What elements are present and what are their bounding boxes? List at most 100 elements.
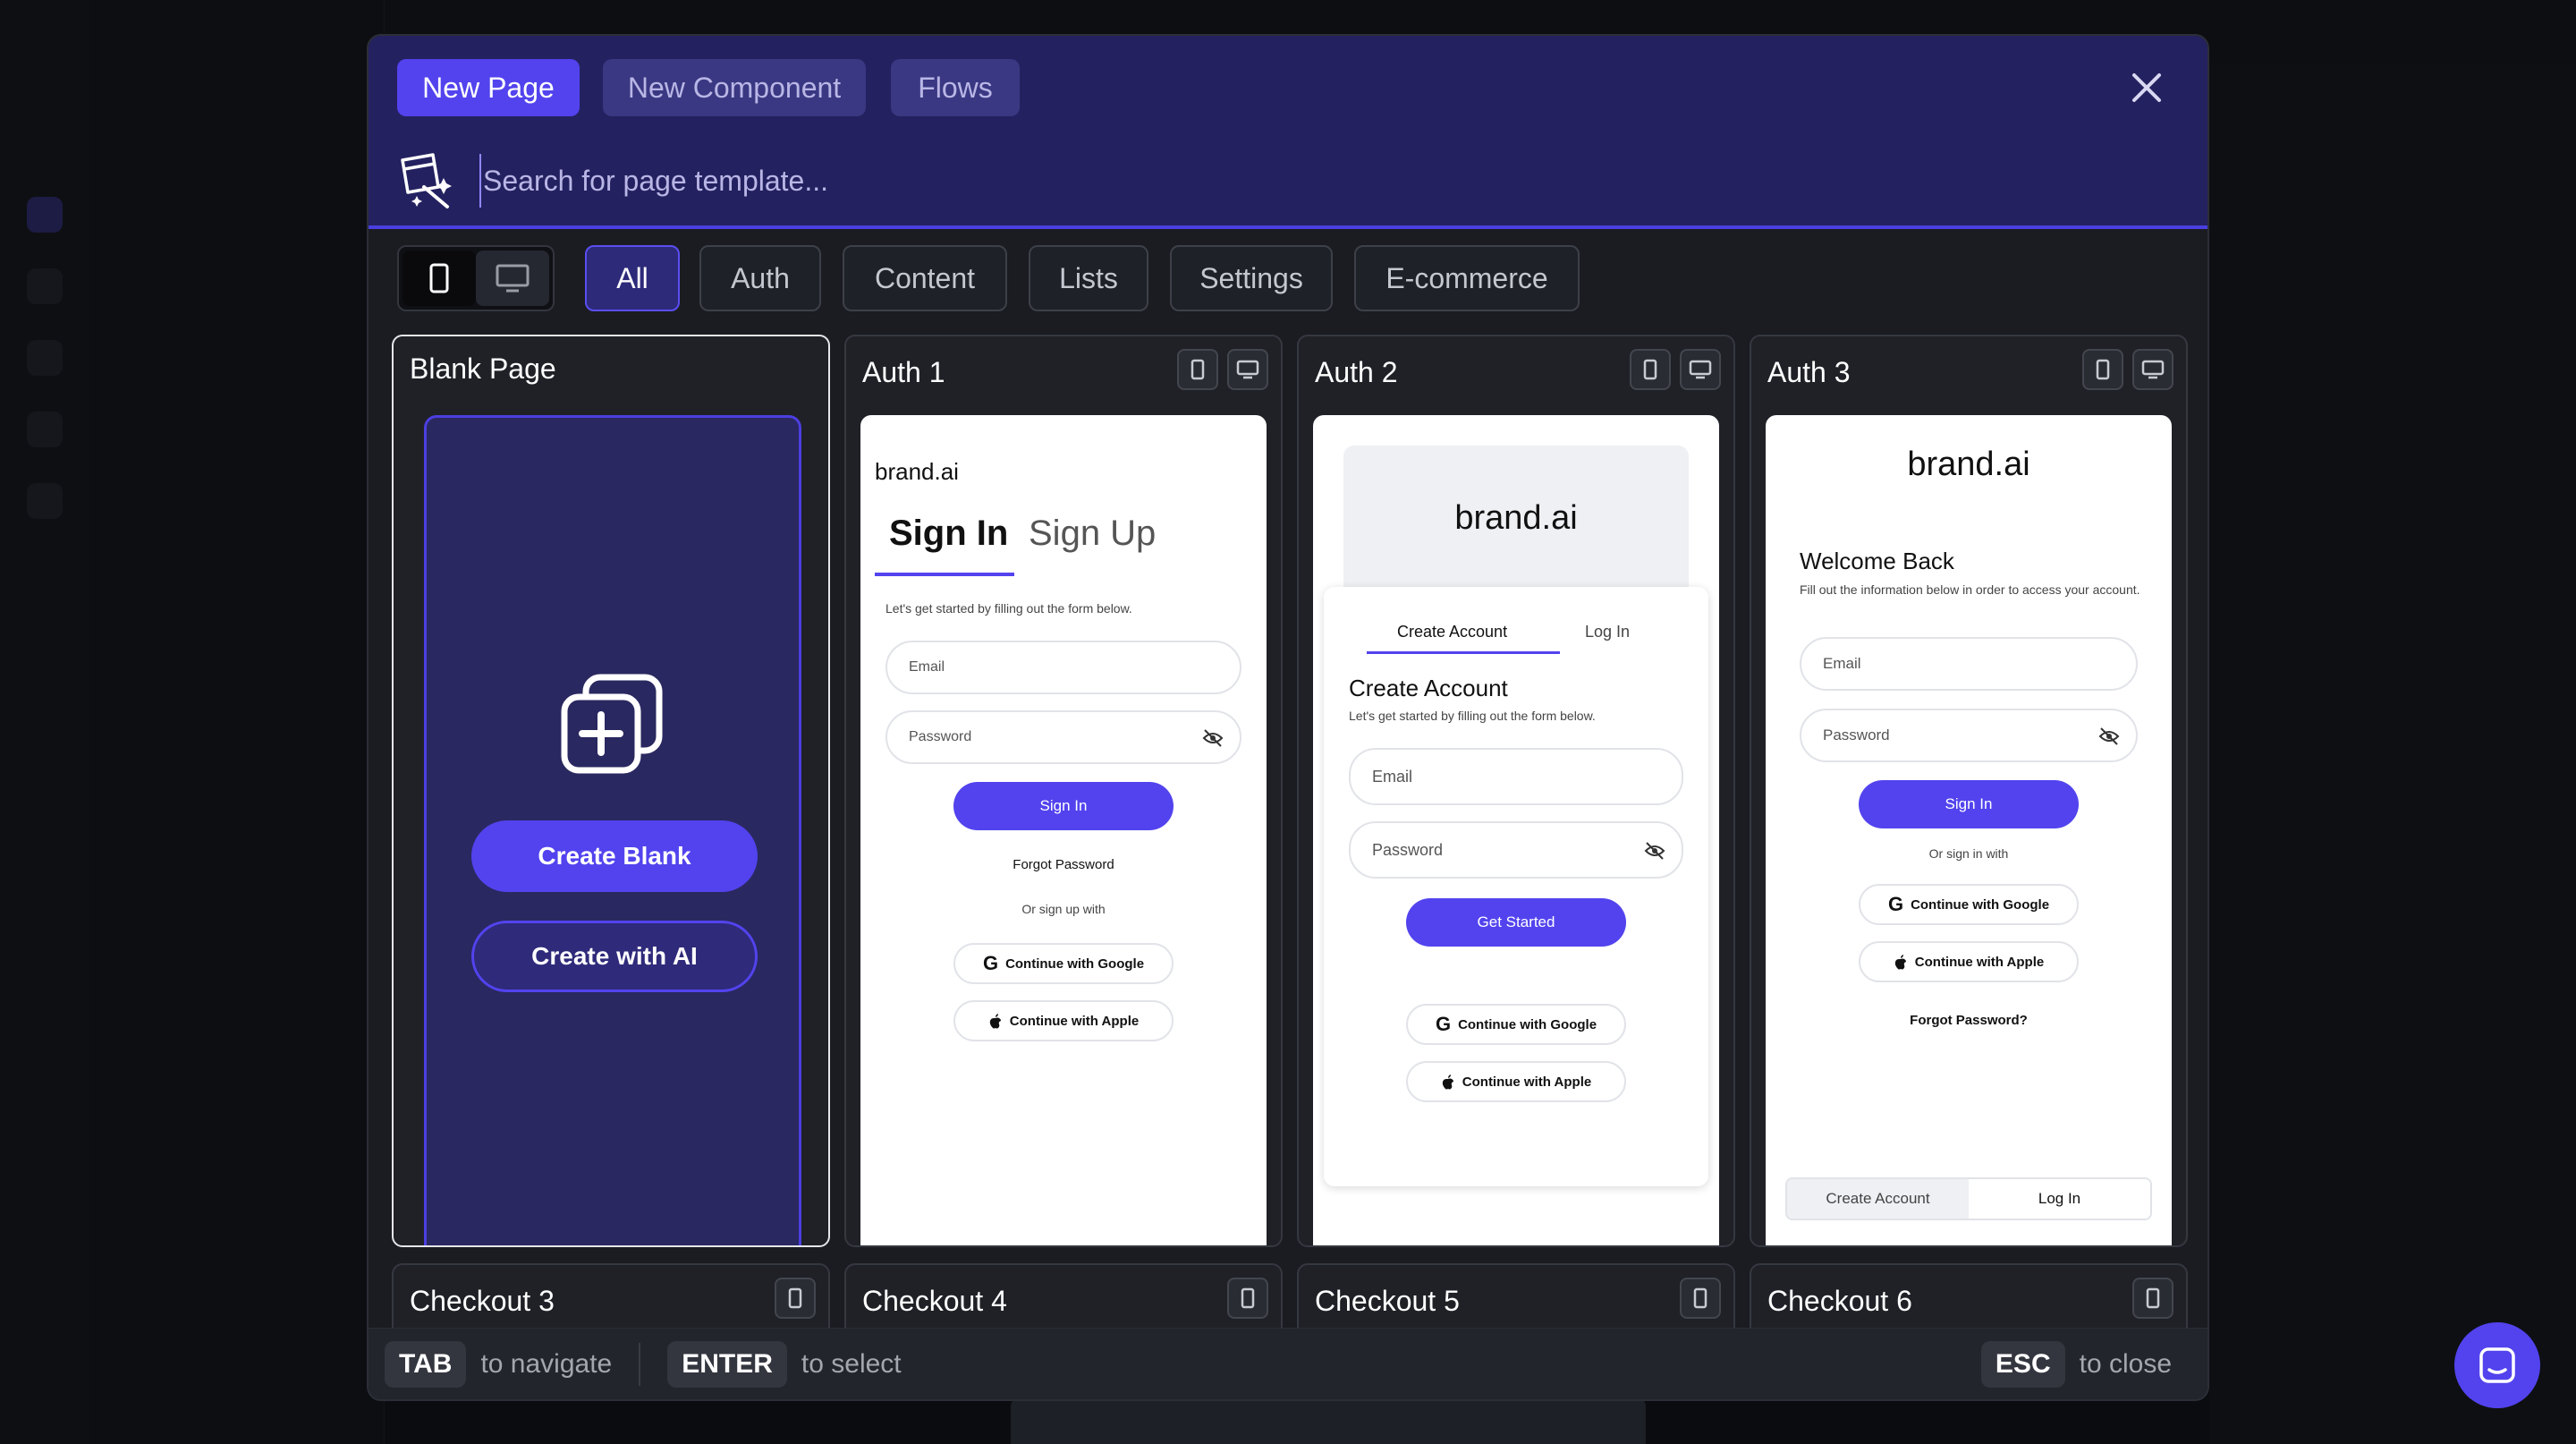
filter-lists[interactable]: Lists — [1029, 245, 1148, 311]
auth-1-preview: brand.ai Sign In Sign Up Let's get start… — [860, 415, 1267, 1245]
blank-preview: Create Blank Create with AI — [424, 415, 801, 1245]
apple-icon — [1894, 955, 1906, 970]
preview-password-field: Password — [1349, 821, 1683, 879]
phone-icon — [2096, 359, 2110, 380]
chat-icon — [2479, 1347, 2515, 1383]
background-nav-icon — [27, 412, 63, 447]
preview-tab-underline — [875, 573, 1014, 576]
filter-all[interactable]: All — [585, 245, 680, 311]
background-panel — [89, 0, 385, 1444]
monitor-icon — [1689, 360, 1712, 379]
create-blank-button[interactable]: Create Blank — [471, 820, 758, 892]
preview-bottom-toggle: Create Account Log In — [1785, 1177, 2152, 1220]
background-bottom-bar — [1011, 1397, 1646, 1444]
enter-key-hint: ENTER — [667, 1340, 787, 1388]
google-icon: G — [982, 952, 999, 974]
filter-settings[interactable]: Settings — [1170, 245, 1333, 311]
enter-key-label: to select — [801, 1348, 902, 1379]
mobile-preview-button[interactable] — [2082, 349, 2123, 390]
search-row — [395, 145, 2172, 217]
preview-password-label: Password — [1372, 840, 1444, 859]
card-device-icons — [1177, 349, 1268, 390]
card-device-icons — [775, 1278, 816, 1319]
preview-forgot-password: Forgot Password? — [1910, 1013, 2028, 1028]
desktop-preview-button[interactable] — [1680, 349, 1721, 390]
template-card-auth-3[interactable]: Auth 3 brand.ai Welcome Back Fill out th… — [1750, 335, 2188, 1247]
tab-flows[interactable]: Flows — [891, 59, 1020, 116]
mobile-view-button[interactable] — [402, 251, 476, 306]
mobile-preview-button[interactable] — [775, 1278, 816, 1319]
esc-key-label: to close — [2079, 1348, 2172, 1379]
filter-e-commerce[interactable]: E-commerce — [1354, 245, 1580, 311]
tab-new-component[interactable]: New Component — [603, 59, 866, 116]
preview-password-field: Password — [1800, 709, 2138, 762]
preview-bottom-login: Log In — [1969, 1179, 2150, 1219]
desktop-preview-button[interactable] — [1227, 349, 1268, 390]
preview-sign-in-button: Sign In — [953, 782, 1174, 830]
mobile-preview-button[interactable] — [2132, 1278, 2174, 1319]
keyboard-hints-footer: TAB to navigate ENTER to select ESC to c… — [369, 1328, 2207, 1399]
preview-tab-create: Create Account — [1397, 623, 1508, 641]
preview-or-text: Or sign up with — [1021, 902, 1106, 916]
create-with-ai-button[interactable]: Create with AI — [471, 921, 758, 992]
card-title: Checkout 3 — [410, 1285, 555, 1317]
template-card-blank-page[interactable]: Blank Page Create Blank Create with AI — [392, 335, 830, 1247]
phone-icon — [1191, 359, 1205, 380]
monitor-icon — [1236, 360, 1259, 379]
preview-or-text: Or sign in with — [1928, 846, 2009, 861]
phone-icon — [429, 263, 449, 293]
tab-new-page[interactable]: New Page — [397, 59, 580, 116]
template-card-auth-1[interactable]: Auth 1 brand.ai Sign In Sign Up Let's ge… — [844, 335, 1283, 1247]
preview-password-field: Password — [886, 710, 1241, 764]
preview-brand: brand.ai — [1907, 446, 2030, 483]
preview-tab-login: Log In — [1585, 623, 1631, 641]
eye-off-icon — [1202, 729, 1224, 747]
modal-header: New Page New Component Flows — [369, 36, 2207, 229]
mobile-preview-button[interactable] — [1227, 1278, 1268, 1319]
search-input[interactable] — [479, 154, 2172, 208]
esc-key-hint: ESC — [1980, 1340, 2065, 1388]
google-icon: G — [1435, 1013, 1452, 1035]
preview-apple-button: Continue with Apple — [953, 1000, 1174, 1041]
desktop-preview-button[interactable] — [2132, 349, 2174, 390]
filter-auth[interactable]: Auth — [699, 245, 821, 311]
auth-2-preview: brand.ai Create Account Log In Create Ac… — [1313, 415, 1719, 1245]
template-card-auth-2[interactable]: Auth 2 brand.ai Create Account Log In Cr… — [1297, 335, 1735, 1247]
card-title: Blank Page — [410, 353, 556, 385]
card-title: Auth 1 — [862, 356, 945, 388]
google-icon: G — [1887, 893, 1904, 915]
preview-apple-label: Continue with Apple — [1009, 1013, 1140, 1029]
preview-tab-underline — [1367, 651, 1560, 654]
preview-apple-label: Continue with Apple — [1914, 954, 2045, 970]
preview-heading: Create Account — [1349, 675, 1508, 701]
preview-tab-sign-in: Sign In — [889, 514, 1009, 553]
preview-google-button: G Continue with Google — [1406, 1004, 1626, 1045]
close-button[interactable] — [2122, 63, 2172, 113]
eye-off-icon — [2098, 727, 2120, 745]
mobile-preview-button[interactable] — [1630, 349, 1671, 390]
apple-icon — [1442, 1075, 1453, 1090]
auth-3-preview: brand.ai Welcome Back Fill out the infor… — [1766, 415, 2172, 1245]
preview-password-label: Password — [1823, 726, 1890, 743]
monitor-icon — [2141, 360, 2165, 379]
mobile-preview-button[interactable] — [1680, 1278, 1721, 1319]
magic-template-icon — [395, 149, 458, 212]
phone-icon — [1643, 359, 1657, 380]
mobile-preview-button[interactable] — [1177, 349, 1218, 390]
preview-google-label: Continue with Google — [1458, 1016, 1597, 1032]
phone-icon — [2146, 1287, 2160, 1309]
preview-subtitle: Fill out the information below in order … — [1800, 582, 2140, 597]
desktop-view-button[interactable] — [476, 251, 549, 306]
card-device-icons — [1630, 349, 1721, 390]
preview-apple-label: Continue with Apple — [1462, 1074, 1592, 1090]
phone-icon — [1241, 1287, 1255, 1309]
preview-brand: brand.ai — [875, 458, 959, 485]
preview-bottom-create: Create Account — [1787, 1179, 1969, 1219]
chat-launcher-button[interactable] — [2454, 1322, 2540, 1408]
close-icon — [2132, 73, 2161, 102]
preview-email-field: Email — [1349, 748, 1683, 805]
filter-content[interactable]: Content — [843, 245, 1007, 311]
preview-tab-sign-up: Sign Up — [1029, 514, 1157, 553]
eye-off-icon — [1644, 842, 1665, 860]
preview-get-started-button: Get Started — [1406, 898, 1626, 947]
